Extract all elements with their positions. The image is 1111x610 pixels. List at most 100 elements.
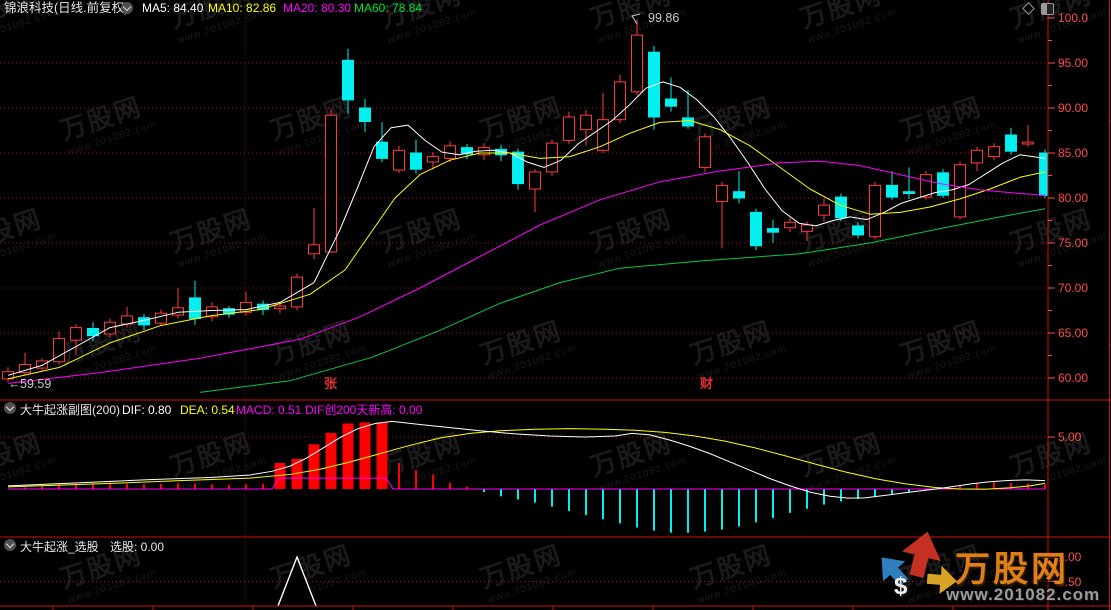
ma-label-ma10: MA10: 82.86 <box>208 1 276 15</box>
macd-bar <box>670 489 672 533</box>
dea-line <box>8 429 1045 490</box>
candle-body <box>802 225 813 231</box>
candle-body <box>666 99 677 106</box>
candle-body <box>564 117 575 140</box>
macd-bar <box>194 484 196 489</box>
macd-bar <box>228 485 230 489</box>
candle-body <box>1040 153 1048 195</box>
macd-bar <box>398 463 400 489</box>
candle-body <box>819 205 830 215</box>
ma-line-ma5 <box>8 82 1045 375</box>
app-window: 万股网www.201082.com万股网www.201082.com万股网www… <box>0 0 1111 610</box>
candle-body <box>156 313 167 323</box>
macd-bar <box>377 422 388 489</box>
ma-label-ma5: MA5: 84.40 <box>142 1 203 15</box>
ma-label-ma20: MA20: 80.30 <box>283 1 351 15</box>
panel2-stat-macd: MACD: 0.51 <box>236 403 301 417</box>
macd-bar <box>360 422 371 489</box>
candle-body <box>904 192 915 194</box>
panel3-title: 大牛起涨_选股 <box>20 540 99 554</box>
candle-body <box>445 146 456 159</box>
macd-bar <box>245 484 247 489</box>
y-axis-label: 65.00 <box>1058 326 1088 340</box>
candle-body <box>326 115 337 252</box>
candle-body <box>853 226 864 235</box>
macd-bar <box>619 489 621 523</box>
panel2-chevron-icon[interactable] <box>4 402 16 414</box>
logo-dollar-icon: $ <box>894 573 907 601</box>
signal-line <box>8 478 1045 489</box>
macd-bar <box>653 489 655 531</box>
signal-spike <box>278 557 316 606</box>
macd-bar <box>874 489 876 496</box>
ma-label-ma60: MA60: 78.84 <box>354 1 422 15</box>
candle-body <box>768 229 779 233</box>
y-axis-label: 70.00 <box>1058 281 1088 295</box>
macd-bar <box>534 489 536 503</box>
macd-bar <box>687 489 689 533</box>
chart-marker: 张 <box>324 377 337 391</box>
y-axis-label: 85.00 <box>1058 146 1088 160</box>
macd-bar <box>517 489 519 499</box>
y-axis-label: 75.00 <box>1058 236 1088 250</box>
candle-body <box>343 60 354 100</box>
macd-bar <box>585 489 587 515</box>
stock-title: 锦浪科技(日线.前复权) <box>4 1 128 15</box>
low-price-annotation: 59.59 <box>20 377 51 391</box>
macd-bar <box>704 489 706 532</box>
candle-body <box>173 308 184 315</box>
candle-body <box>411 153 422 169</box>
macd-bar <box>823 489 825 505</box>
panel3-chevron-icon[interactable] <box>4 539 16 551</box>
candle-body <box>275 306 286 309</box>
chart-canvas[interactable] <box>0 0 1111 610</box>
candle-body <box>581 115 592 129</box>
macd-bar <box>755 489 757 522</box>
macd-bar <box>143 484 145 489</box>
candle-body <box>1023 142 1034 144</box>
macd-bar <box>262 484 264 489</box>
macd-bar <box>738 489 740 526</box>
panel2-stat-dea: DEA: 0.54 <box>180 403 235 417</box>
ma-line-ma10 <box>8 121 1045 379</box>
high-price-annotation: 99.86 <box>648 11 679 25</box>
candle-body <box>972 150 983 163</box>
macd-bar <box>993 482 995 489</box>
dif-line <box>8 421 1045 498</box>
macd-bar <box>636 489 638 527</box>
candle-body <box>428 157 439 162</box>
macd-bar <box>857 489 859 499</box>
macd-bar <box>772 489 774 518</box>
candle-body <box>734 192 745 198</box>
candle-body <box>785 222 796 227</box>
candle-body <box>870 185 881 236</box>
macd-bar <box>500 489 502 496</box>
macd-bar <box>551 489 553 507</box>
split-window-icon[interactable] <box>1041 3 1054 15</box>
candle-body <box>632 35 643 92</box>
macd-bar <box>840 489 842 501</box>
macd-bar <box>568 489 570 511</box>
y-axis-label: 80.00 <box>1058 191 1088 205</box>
candle-body <box>700 137 711 168</box>
macd-bar <box>789 489 791 513</box>
y-axis-label: 60.00 <box>1058 371 1088 385</box>
y-axis-label: 95.00 <box>1058 56 1088 70</box>
macd-bar <box>415 470 417 489</box>
macd-bar <box>602 489 604 519</box>
candle-body <box>649 52 660 117</box>
candle-body <box>1006 135 1017 151</box>
y-axis-label: 90.00 <box>1058 101 1088 115</box>
macd-bar <box>160 484 162 489</box>
macd-bar <box>891 489 893 494</box>
candle-body <box>309 245 320 254</box>
candle-body <box>717 185 728 201</box>
chart-marker: 财 <box>700 377 713 391</box>
macd-bar <box>449 483 451 489</box>
macd-bar <box>126 484 128 489</box>
macd-bar <box>211 484 213 489</box>
chevron-down-icon[interactable] <box>121 2 133 14</box>
site-logo: $ 万股网 www.201082.com <box>876 531 1111 609</box>
candle-body <box>360 108 371 122</box>
candle-body <box>887 185 898 197</box>
